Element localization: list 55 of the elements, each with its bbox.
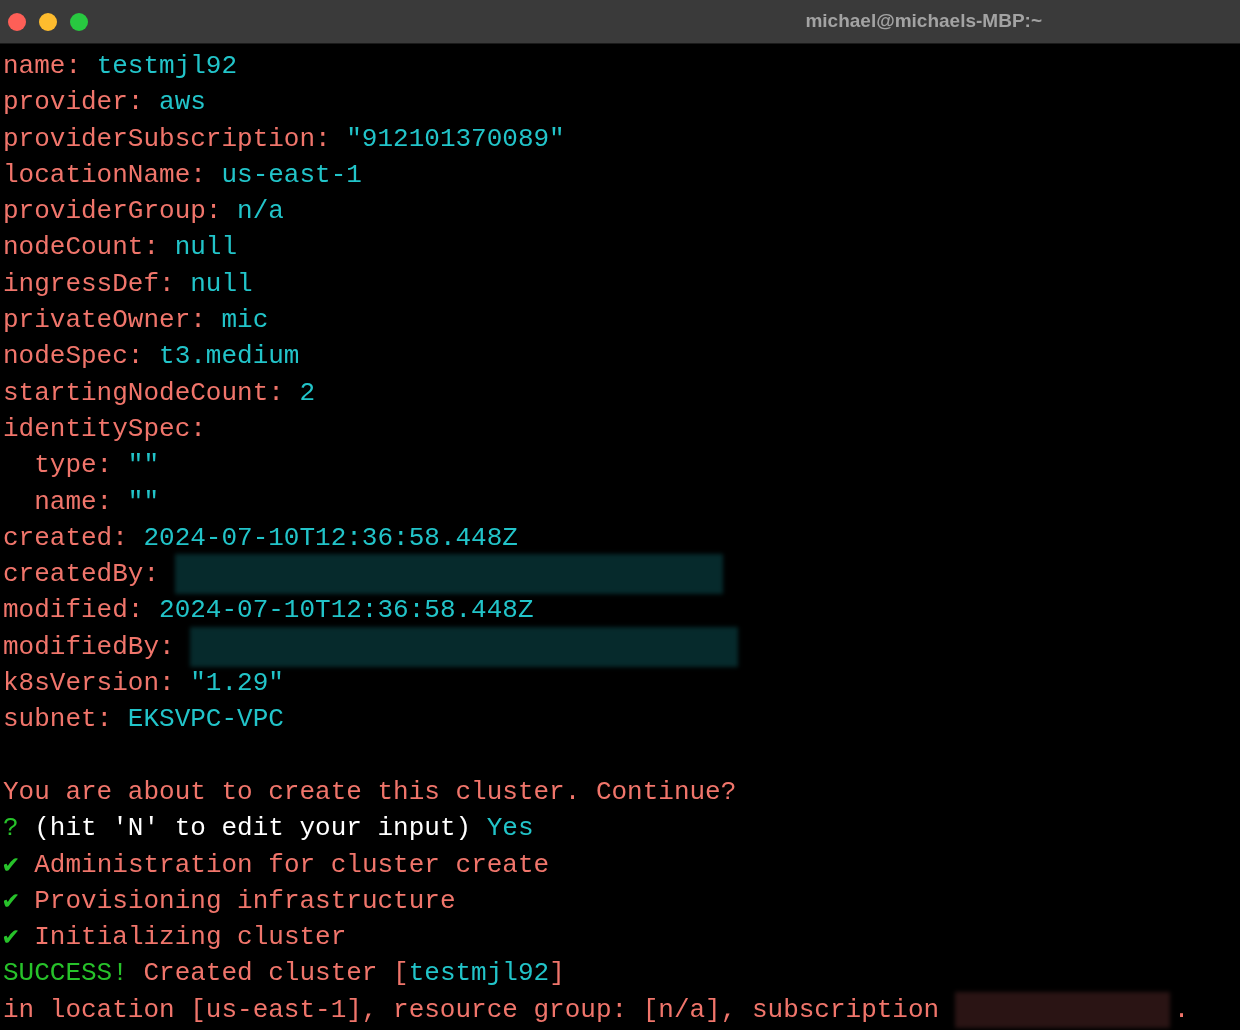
field-value: Yes <box>486 812 534 846</box>
close-icon[interactable] <box>8 12 26 31</box>
field-value: "" <box>127 485 160 519</box>
field-key: ingressDef: <box>3 265 191 303</box>
field-key: k8sVersion: <box>3 665 191 702</box>
field-value: mic <box>221 304 269 338</box>
output-text: ] <box>549 957 565 991</box>
output-text: Initializing cluster <box>34 921 347 955</box>
field-value: EKSVPC-VPC <box>127 703 284 737</box>
field-key: nodeSpec: <box>3 338 160 375</box>
field-key: type: <box>3 447 128 484</box>
field-key: providerGroup: <box>3 193 238 230</box>
maximize-icon[interactable] <box>70 12 88 31</box>
field-key: identitySpec: <box>3 410 206 448</box>
field-value: null <box>190 267 253 301</box>
check-mark: ✔ <box>3 848 20 882</box>
field-value: null <box>174 231 238 265</box>
field-value: us-east-1 <box>221 158 362 192</box>
output-text: in location [us-east-1], resource group: [n/a], subscription <box>3 993 941 1027</box>
field-value: 2024-07-10T12:36:58.448Z <box>143 521 518 555</box>
field-key: providerSubscription: <box>3 120 347 157</box>
output-text: Provisioning infrastructure <box>34 884 456 918</box>
prompt-mark: ? <box>3 812 20 846</box>
field-key: startingNodeCount: <box>3 374 300 411</box>
field-key: name: <box>3 48 97 85</box>
field-value: 2 <box>299 376 316 410</box>
field-key: privateOwner: <box>3 302 222 339</box>
field-value: "912101370089" <box>346 122 565 156</box>
field-key: locationName: <box>3 156 222 194</box>
output-text: Administration for cluster create <box>34 848 550 882</box>
field-value: testmjl92 <box>408 957 550 991</box>
minimize-icon[interactable] <box>39 12 57 31</box>
check-mark: ✔ <box>3 884 20 918</box>
field-value: n/a <box>237 195 284 229</box>
field-key: modifiedBy: <box>3 628 191 666</box>
prompt-text: (hit 'N' to edit your input) <box>34 812 473 846</box>
field-key: name: <box>3 483 128 520</box>
field-value: testmjl92 <box>96 50 238 83</box>
field-key: provider: <box>3 84 160 121</box>
field-key: modified: <box>3 592 160 629</box>
success-label: SUCCESS! <box>3 957 129 991</box>
window-title: michael@michaels-MBP:~ <box>805 9 1042 34</box>
field-value: 2024-07-10T12:36:58.448Z <box>159 594 534 628</box>
field-key: createdBy: <box>3 556 175 593</box>
output-text: You are about to create this cluster. Continue? <box>3 775 737 809</box>
field-value: "1.29" <box>190 667 284 701</box>
field-value: aws <box>159 86 206 120</box>
field-key: nodeCount: <box>3 229 175 266</box>
field-value: t3.medium <box>159 340 300 374</box>
field-key: subnet: <box>3 701 128 738</box>
field-key: created: <box>3 519 144 557</box>
field-value: "" <box>127 449 160 483</box>
output-text: . <box>1173 993 1190 1027</box>
output-text: Created cluster [ <box>143 957 409 991</box>
check-mark: ✔ <box>3 921 20 955</box>
